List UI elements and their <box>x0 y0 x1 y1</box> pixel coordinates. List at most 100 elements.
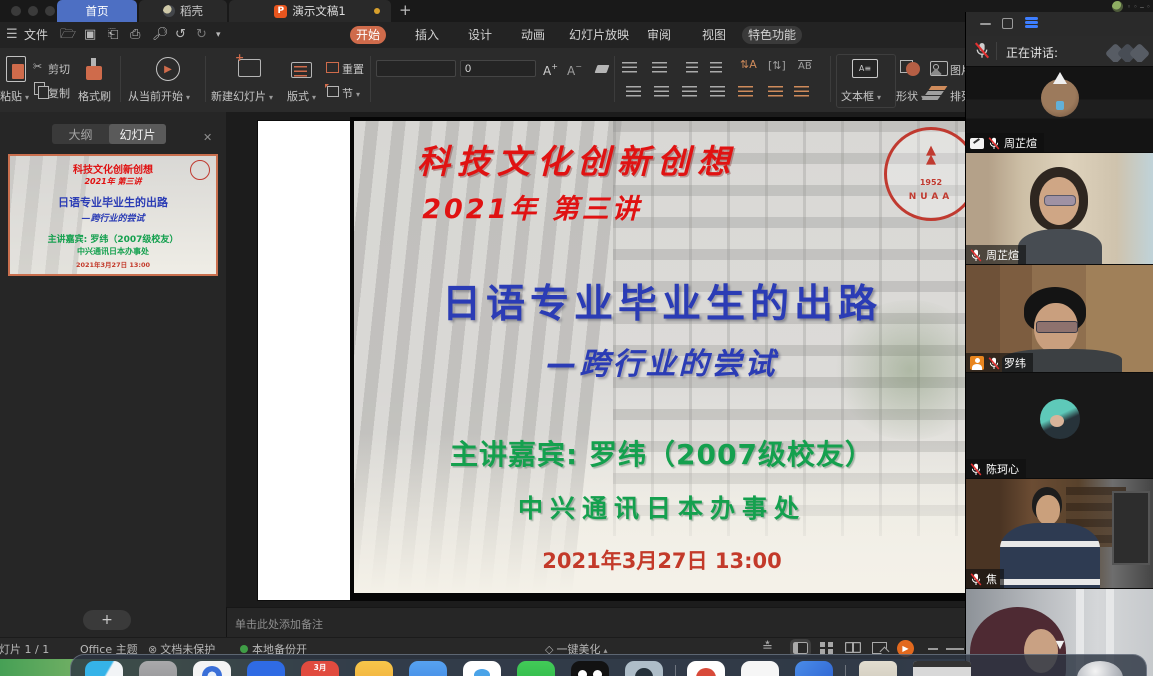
align-right-icon[interactable] <box>682 86 697 97</box>
zoom-out-button[interactable] <box>928 648 938 650</box>
normal-view-icon[interactable] <box>793 642 808 654</box>
dock-twitter-icon[interactable] <box>463 661 501 676</box>
tab-outline[interactable]: 大纲 <box>52 124 109 144</box>
close-icon[interactable] <box>203 126 212 145</box>
menu-slideshow[interactable]: 幻灯片放映 <box>563 26 635 44</box>
bullet-list-icon[interactable] <box>622 62 637 73</box>
menu-design[interactable]: 设计 <box>462 26 498 44</box>
more-quick-icon[interactable]: ▾ <box>216 27 221 43</box>
user-avatar[interactable] <box>1112 1 1123 12</box>
reading-view-icon[interactable] <box>845 642 861 653</box>
dock-app-blue-icon[interactable] <box>247 661 285 676</box>
dock-white-app-icon[interactable] <box>741 661 779 676</box>
autofit-icon[interactable]: ≛ <box>762 640 773 655</box>
fit-text-icon[interactable]: AB <box>798 60 812 72</box>
increase-indent-icon[interactable] <box>710 62 722 73</box>
menu-bars-icon[interactable] <box>1025 17 1038 20</box>
paste-icon[interactable] <box>6 56 26 82</box>
traffic-light-zoom[interactable] <box>45 6 55 16</box>
open-icon[interactable]: 🗁 <box>60 27 76 43</box>
menu-view[interactable]: 视图 <box>696 26 732 44</box>
paragraph-spacing-icon[interactable] <box>794 86 809 97</box>
dock-music-icon[interactable] <box>687 661 725 676</box>
layout-button[interactable]: 版式 <box>287 88 316 104</box>
traffic-light-close[interactable] <box>11 6 21 16</box>
format-painter-button[interactable]: 格式刷 <box>78 88 111 104</box>
tab-document[interactable]: P 演示文稿1 <box>229 0 391 22</box>
play-from-current-icon[interactable]: ▶ <box>156 57 180 81</box>
numbered-list-icon[interactable] <box>652 62 667 73</box>
minimize-icon[interactable] <box>980 23 991 25</box>
scroll-down-arrow[interactable]: ▼ <box>1056 638 1064 651</box>
mic-muted-icon[interactable] <box>974 42 990 59</box>
decrease-font-icon[interactable] <box>567 60 582 79</box>
paste-button[interactable]: 粘贴 <box>0 88 29 104</box>
slide-photo-frame[interactable]: 科技文化创新创想 2021年 第三讲 日语专业毕业生的出路 —跨行业的尝试 主讲… <box>350 117 965 601</box>
tab-template[interactable]: 稻壳 <box>139 0 227 22</box>
dock-calendar-icon[interactable]: 3月 <box>301 661 339 676</box>
window-mini-controls[interactable]: ◦ ◦ ‒ ◦ <box>1127 3 1151 11</box>
line-spacing-icon[interactable] <box>768 86 783 97</box>
menu-animation[interactable]: 动画 <box>515 26 551 44</box>
maximize-icon[interactable] <box>1002 18 1013 29</box>
text-frame-icon[interactable]: [⇅] <box>768 59 786 72</box>
section-button[interactable]: 节 <box>342 85 360 101</box>
dock-finder-icon[interactable] <box>85 661 123 676</box>
save-icon[interactable]: ▣ <box>84 27 96 43</box>
menu-review[interactable]: 审阅 <box>641 26 677 44</box>
undo-icon[interactable]: ↺ <box>175 27 186 43</box>
dock-downloads-folder-icon[interactable] <box>859 661 897 676</box>
reset-button[interactable]: 重置 <box>342 61 364 77</box>
font-name-select[interactable] <box>376 60 456 77</box>
hamburger-icon[interactable]: ☰ <box>6 27 18 43</box>
text-box-button[interactable]: 文本框 <box>841 88 881 104</box>
justify-icon[interactable] <box>710 86 725 97</box>
new-tab-button[interactable]: + <box>399 1 412 19</box>
align-left-icon[interactable] <box>626 86 641 97</box>
print-preview-icon[interactable]: 🔎︎ <box>152 27 169 43</box>
menu-special-features[interactable]: 特色功能 <box>742 26 802 44</box>
increase-font-icon[interactable] <box>543 60 558 79</box>
play-from-current-button[interactable]: 从当前开始 <box>128 88 190 104</box>
menu-insert[interactable]: 插入 <box>409 26 445 44</box>
tab-home[interactable]: 首页 <box>57 0 137 22</box>
dock-trash-icon[interactable] <box>1077 661 1123 676</box>
new-slide-button[interactable]: 新建幻灯片 <box>211 88 273 104</box>
shapes-button[interactable]: 形状 <box>896 88 925 104</box>
dock-launchpad-icon[interactable] <box>139 661 177 676</box>
menu-file[interactable]: 文件 <box>18 26 54 44</box>
dock-app-blue2-icon[interactable] <box>795 661 833 676</box>
slide-thumbnail[interactable]: 科技文化创新创想 2021年 第三讲 日语专业毕业生的出路 —跨行业的尝试 主讲… <box>8 154 218 276</box>
dock-minimized-window[interactable] <box>913 661 971 676</box>
participant-video[interactable]: 周芷煊 <box>966 66 1153 153</box>
notes-bar[interactable]: 单击此处添加备注 <box>227 607 965 638</box>
text-direction-icon[interactable]: ⇅A <box>740 58 757 71</box>
add-slide-button[interactable] <box>83 610 131 630</box>
tab-slides[interactable]: 幻灯片 <box>109 124 166 144</box>
participant-video[interactable]: 罗纬 <box>966 264 1153 373</box>
align-center-icon[interactable] <box>654 86 669 97</box>
presenter-view-icon[interactable] <box>872 642 887 654</box>
decrease-indent-icon[interactable] <box>686 62 698 73</box>
distribute-icon[interactable] <box>738 86 753 97</box>
dock-app-lightblue-icon[interactable] <box>409 661 447 676</box>
zoom-slider[interactable] <box>946 648 964 650</box>
dock-camera-icon[interactable] <box>625 661 663 676</box>
font-size-select[interactable] <box>460 60 536 77</box>
dock-black-app-icon[interactable] <box>571 661 609 676</box>
dock-wechat-icon[interactable] <box>517 661 555 676</box>
export-icon[interactable]: ⎗ <box>108 27 118 43</box>
traffic-light-minimize[interactable] <box>28 6 38 16</box>
slide-sorter-icon[interactable] <box>820 642 833 654</box>
print-icon[interactable]: ⎙ <box>130 27 140 43</box>
participant-video[interactable]: 周芷煊 <box>966 152 1153 265</box>
cut-button[interactable]: 剪切 <box>48 61 70 77</box>
redo-icon[interactable]: ↻ <box>196 27 207 43</box>
copy-button[interactable]: 复制 <box>48 85 70 101</box>
menu-start[interactable]: 开始 <box>350 26 386 44</box>
participant-video[interactable]: 陈珂心 <box>966 372 1153 479</box>
dock-app-yellow-icon[interactable] <box>355 661 393 676</box>
clear-format-icon[interactable] <box>595 65 610 73</box>
dock-browser-icon[interactable] <box>193 661 231 676</box>
participant-video[interactable]: 焦 <box>966 478 1153 589</box>
